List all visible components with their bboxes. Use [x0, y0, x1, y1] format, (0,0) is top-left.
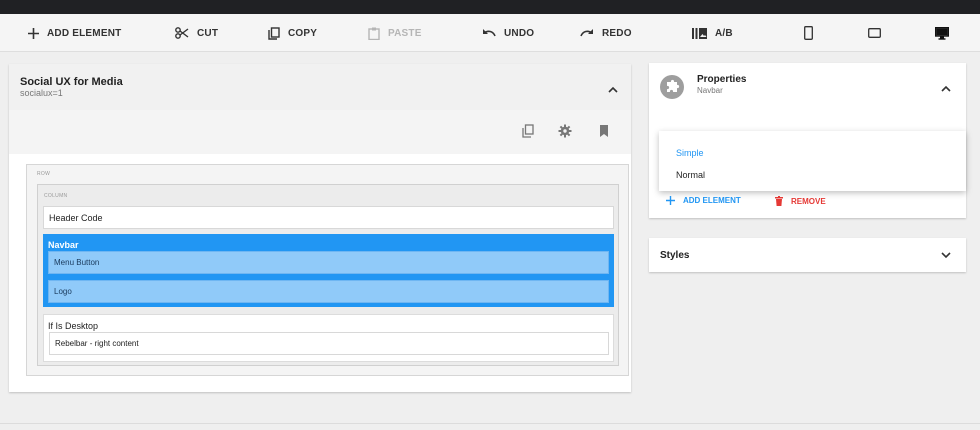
editor-canvas: Social UX for Media socialux=1 ROW COLUM… [0, 52, 980, 430]
undo-label: UNDO [504, 27, 535, 39]
navbar-label: Navbar [48, 240, 79, 250]
plus-icon [28, 27, 39, 39]
canvas-divider [0, 423, 980, 424]
redo-label: REDO [602, 27, 632, 39]
dropdown-option-normal[interactable]: Normal [676, 170, 705, 180]
tablet-icon [868, 28, 881, 38]
remove-label: REMOVE [791, 196, 826, 206]
copy-label: COPY [288, 27, 318, 39]
properties-card: Properties Navbar Simple Normal ADD ELEM… [649, 63, 966, 218]
add-element-button[interactable]: ADD ELEMENT [28, 14, 121, 52]
if-is-desktop-label: If Is Desktop [48, 321, 99, 331]
scissors-icon [175, 27, 189, 39]
chevron-up-icon[interactable] [938, 81, 954, 97]
column-label: COLUMN [44, 193, 68, 199]
plus-icon [666, 196, 675, 205]
desktop-icon [935, 26, 949, 40]
gear-icon[interactable] [558, 124, 572, 138]
paste-label: PASTE [388, 27, 422, 39]
navbar-element[interactable]: Navbar Menu Button Logo [43, 234, 614, 307]
navbar-type-dropdown: Simple Normal [659, 131, 966, 191]
header-code-element[interactable]: Header Code [43, 206, 614, 229]
editor-toolbar: ADD ELEMENT CUT COPY PASTE UNDO REDO A/B [0, 14, 980, 52]
chevron-up-icon[interactable] [605, 82, 621, 98]
puzzle-avatar-icon [660, 75, 684, 99]
desktop-view-button[interactable] [935, 14, 949, 52]
copy-icon[interactable] [521, 124, 535, 138]
redo-button[interactable]: REDO [580, 14, 632, 52]
add-element-label: ADD ELEMENT [47, 27, 122, 39]
copy-icon [268, 26, 280, 40]
cut-button[interactable]: CUT [175, 14, 218, 52]
dropdown-option-simple[interactable]: Simple [676, 148, 704, 158]
if-is-desktop-element[interactable]: If Is Desktop Rebelbar - right content [43, 314, 614, 362]
styles-title: Styles [660, 250, 690, 261]
logo-element[interactable]: Logo [48, 280, 609, 303]
undo-button[interactable]: UNDO [482, 14, 534, 52]
tablet-view-button[interactable] [868, 14, 881, 52]
page-subtitle: socialux=1 [20, 88, 63, 98]
mobile-view-button[interactable] [804, 14, 813, 52]
ab-test-label: A/B [715, 27, 733, 39]
redo-icon [580, 29, 593, 37]
page-card-header[interactable]: Social UX for Media socialux=1 [9, 64, 631, 110]
trash-icon [775, 196, 783, 206]
mobile-icon [804, 26, 813, 40]
copy-button[interactable]: COPY [268, 14, 317, 52]
page-structure-card: Social UX for Media socialux=1 ROW COLUM… [9, 64, 631, 392]
ab-test-icon [692, 27, 707, 39]
paste-button[interactable]: PASTE [368, 14, 422, 52]
column-container[interactable]: COLUMN Header Code Navbar Menu Button Lo… [37, 184, 619, 366]
add-element-label: ADD ELEMENT [683, 196, 741, 205]
properties-title: Properties [697, 74, 747, 85]
styles-card[interactable]: Styles [649, 238, 966, 272]
rebelbar-element[interactable]: Rebelbar - right content [49, 332, 609, 355]
undo-icon [483, 29, 496, 37]
row-label: ROW [37, 171, 51, 177]
properties-actions: ADD ELEMENT REMOVE [649, 193, 966, 213]
page-actions-bar [9, 110, 631, 154]
properties-subtitle: Navbar [697, 86, 723, 95]
clipboard-icon [368, 27, 380, 40]
bookmark-icon[interactable] [597, 124, 611, 138]
cut-label: CUT [197, 27, 219, 39]
ab-test-button[interactable]: A/B [692, 14, 733, 52]
row-container[interactable]: ROW COLUMN Header Code Navbar Menu Butto… [26, 164, 629, 376]
menu-button-element[interactable]: Menu Button [48, 251, 609, 274]
chevron-down-icon[interactable] [938, 247, 954, 263]
remove-button[interactable]: REMOVE [775, 196, 826, 206]
add-element-button[interactable]: ADD ELEMENT [666, 196, 741, 205]
window-top-strip [0, 0, 980, 14]
page-title: Social UX for Media [20, 76, 123, 88]
